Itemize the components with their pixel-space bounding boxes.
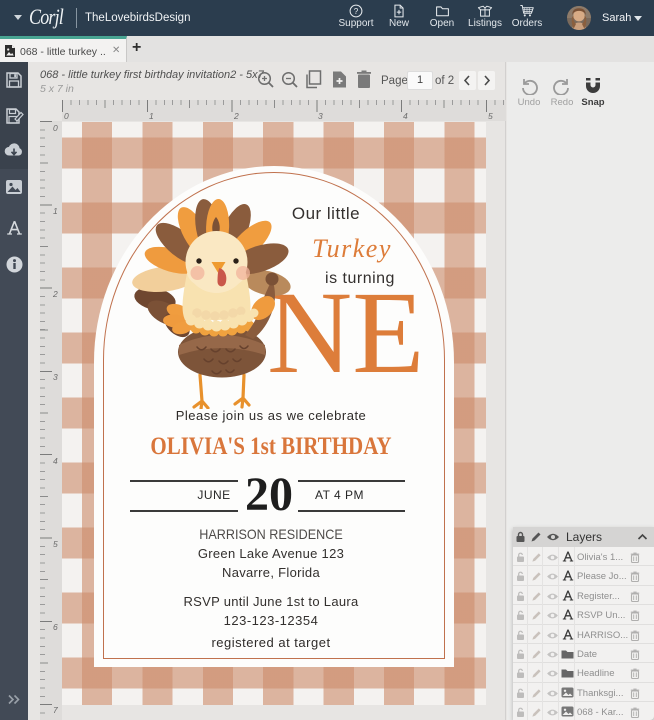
svg-text:?: ? (354, 7, 359, 16)
